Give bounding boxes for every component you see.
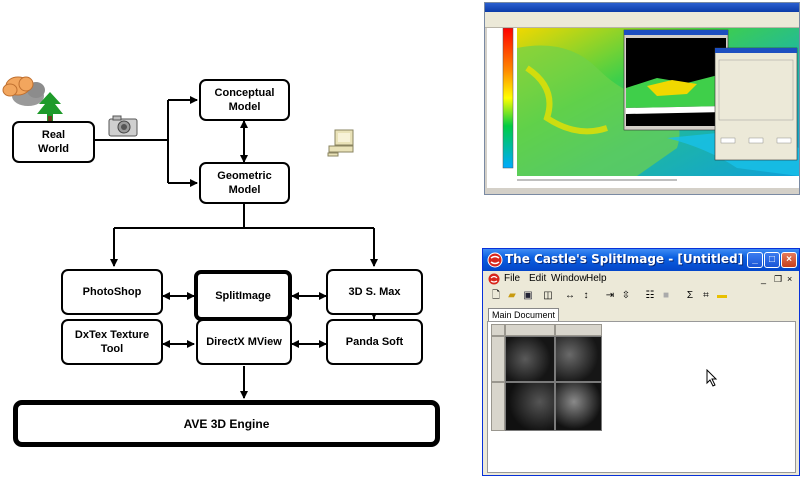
properties-icon[interactable]: ◫ bbox=[541, 289, 555, 303]
merge-horizontal-icon[interactable]: ⇥ bbox=[603, 289, 617, 303]
image-tile[interactable] bbox=[505, 336, 555, 382]
conceptual-model-node: Conceptual Model bbox=[199, 79, 290, 121]
menu-help[interactable]: Help bbox=[586, 271, 607, 287]
splitimage-node: SplitImage bbox=[194, 270, 292, 321]
grid-row-header bbox=[491, 336, 505, 382]
close-button[interactable]: × bbox=[781, 252, 797, 268]
image-tile[interactable] bbox=[555, 382, 602, 431]
grid-view-icon[interactable]: ☷ bbox=[643, 289, 657, 303]
document-canvas[interactable] bbox=[487, 321, 796, 473]
mdi-minimize-icon[interactable]: _ bbox=[761, 271, 766, 287]
tab-main-document[interactable]: Main Document bbox=[488, 308, 560, 322]
swap-vertical-icon[interactable]: ↕ bbox=[579, 289, 593, 303]
toolbar bbox=[485, 18, 799, 28]
directx-mview-node: DirectX MView bbox=[196, 319, 292, 365]
menubar: File Edit Window Help _ ❐ × bbox=[483, 271, 799, 287]
toolbar: 🗋 ▰ ▣ ◫ ↔ ↕ ⇥ ⇳ ☷ ■ Σ ⌗ ▬ bbox=[487, 289, 757, 305]
app-logo-icon bbox=[487, 252, 503, 268]
blank-tool-icon[interactable]: ■ bbox=[659, 289, 673, 303]
tree-icon bbox=[37, 92, 63, 122]
computer-icon bbox=[327, 129, 354, 157]
camera-icon bbox=[108, 115, 138, 137]
sum-icon[interactable]: Σ bbox=[683, 289, 697, 303]
save-icon[interactable]: ▣ bbox=[521, 289, 535, 303]
terrain-app-screenshot bbox=[484, 2, 800, 195]
crop-icon[interactable]: ⌗ bbox=[699, 289, 713, 303]
mouse-cursor-icon bbox=[706, 369, 718, 387]
open-folder-icon[interactable]: ▰ bbox=[505, 289, 519, 303]
splitimage-window: The Castle's SplitImage - [Untitled] _ □… bbox=[482, 248, 800, 476]
panda-soft-node: Panda Soft bbox=[326, 319, 423, 365]
ave-3d-engine-node: AVE 3D Engine bbox=[13, 400, 440, 447]
grid-corner bbox=[491, 324, 505, 336]
titlebar bbox=[485, 3, 799, 12]
grid-col-header bbox=[505, 324, 555, 336]
image-tile[interactable] bbox=[505, 382, 555, 431]
menu-file[interactable]: File bbox=[504, 271, 520, 287]
window-title: The Castle's SplitImage - [Untitled] bbox=[505, 252, 744, 266]
geometric-model-node: Geometric Model bbox=[199, 162, 290, 204]
document-logo-icon bbox=[488, 273, 500, 285]
menu-edit[interactable]: Edit bbox=[529, 271, 546, 287]
new-file-icon[interactable]: 🗋 bbox=[489, 289, 503, 303]
mdi-restore-icon[interactable]: ❐ bbox=[774, 271, 782, 287]
image-tile[interactable] bbox=[555, 336, 602, 382]
terrain-map-image bbox=[502, 28, 799, 184]
real-world-node: Real World bbox=[12, 121, 95, 163]
status-bar bbox=[485, 188, 799, 194]
merge-vertical-icon[interactable]: ⇳ bbox=[619, 289, 633, 303]
photoshop-node: PhotoShop bbox=[61, 269, 163, 315]
grid-col-header bbox=[555, 324, 602, 336]
grid-row-header bbox=[491, 382, 505, 431]
maximize-button[interactable]: □ bbox=[764, 252, 780, 268]
menu-window[interactable]: Window bbox=[551, 271, 587, 287]
minimize-button[interactable]: _ bbox=[747, 252, 763, 268]
3d-studio-max-node: 3D S. Max bbox=[326, 269, 423, 315]
mdi-close-icon[interactable]: × bbox=[787, 271, 792, 287]
window-titlebar[interactable]: The Castle's SplitImage - [Untitled] _ □… bbox=[483, 249, 799, 271]
note-icon[interactable]: ▬ bbox=[715, 289, 729, 303]
dxtex-texture-tool-node: DxTex Texture Tool bbox=[61, 319, 163, 365]
swap-horizontal-icon[interactable]: ↔ bbox=[563, 289, 577, 303]
